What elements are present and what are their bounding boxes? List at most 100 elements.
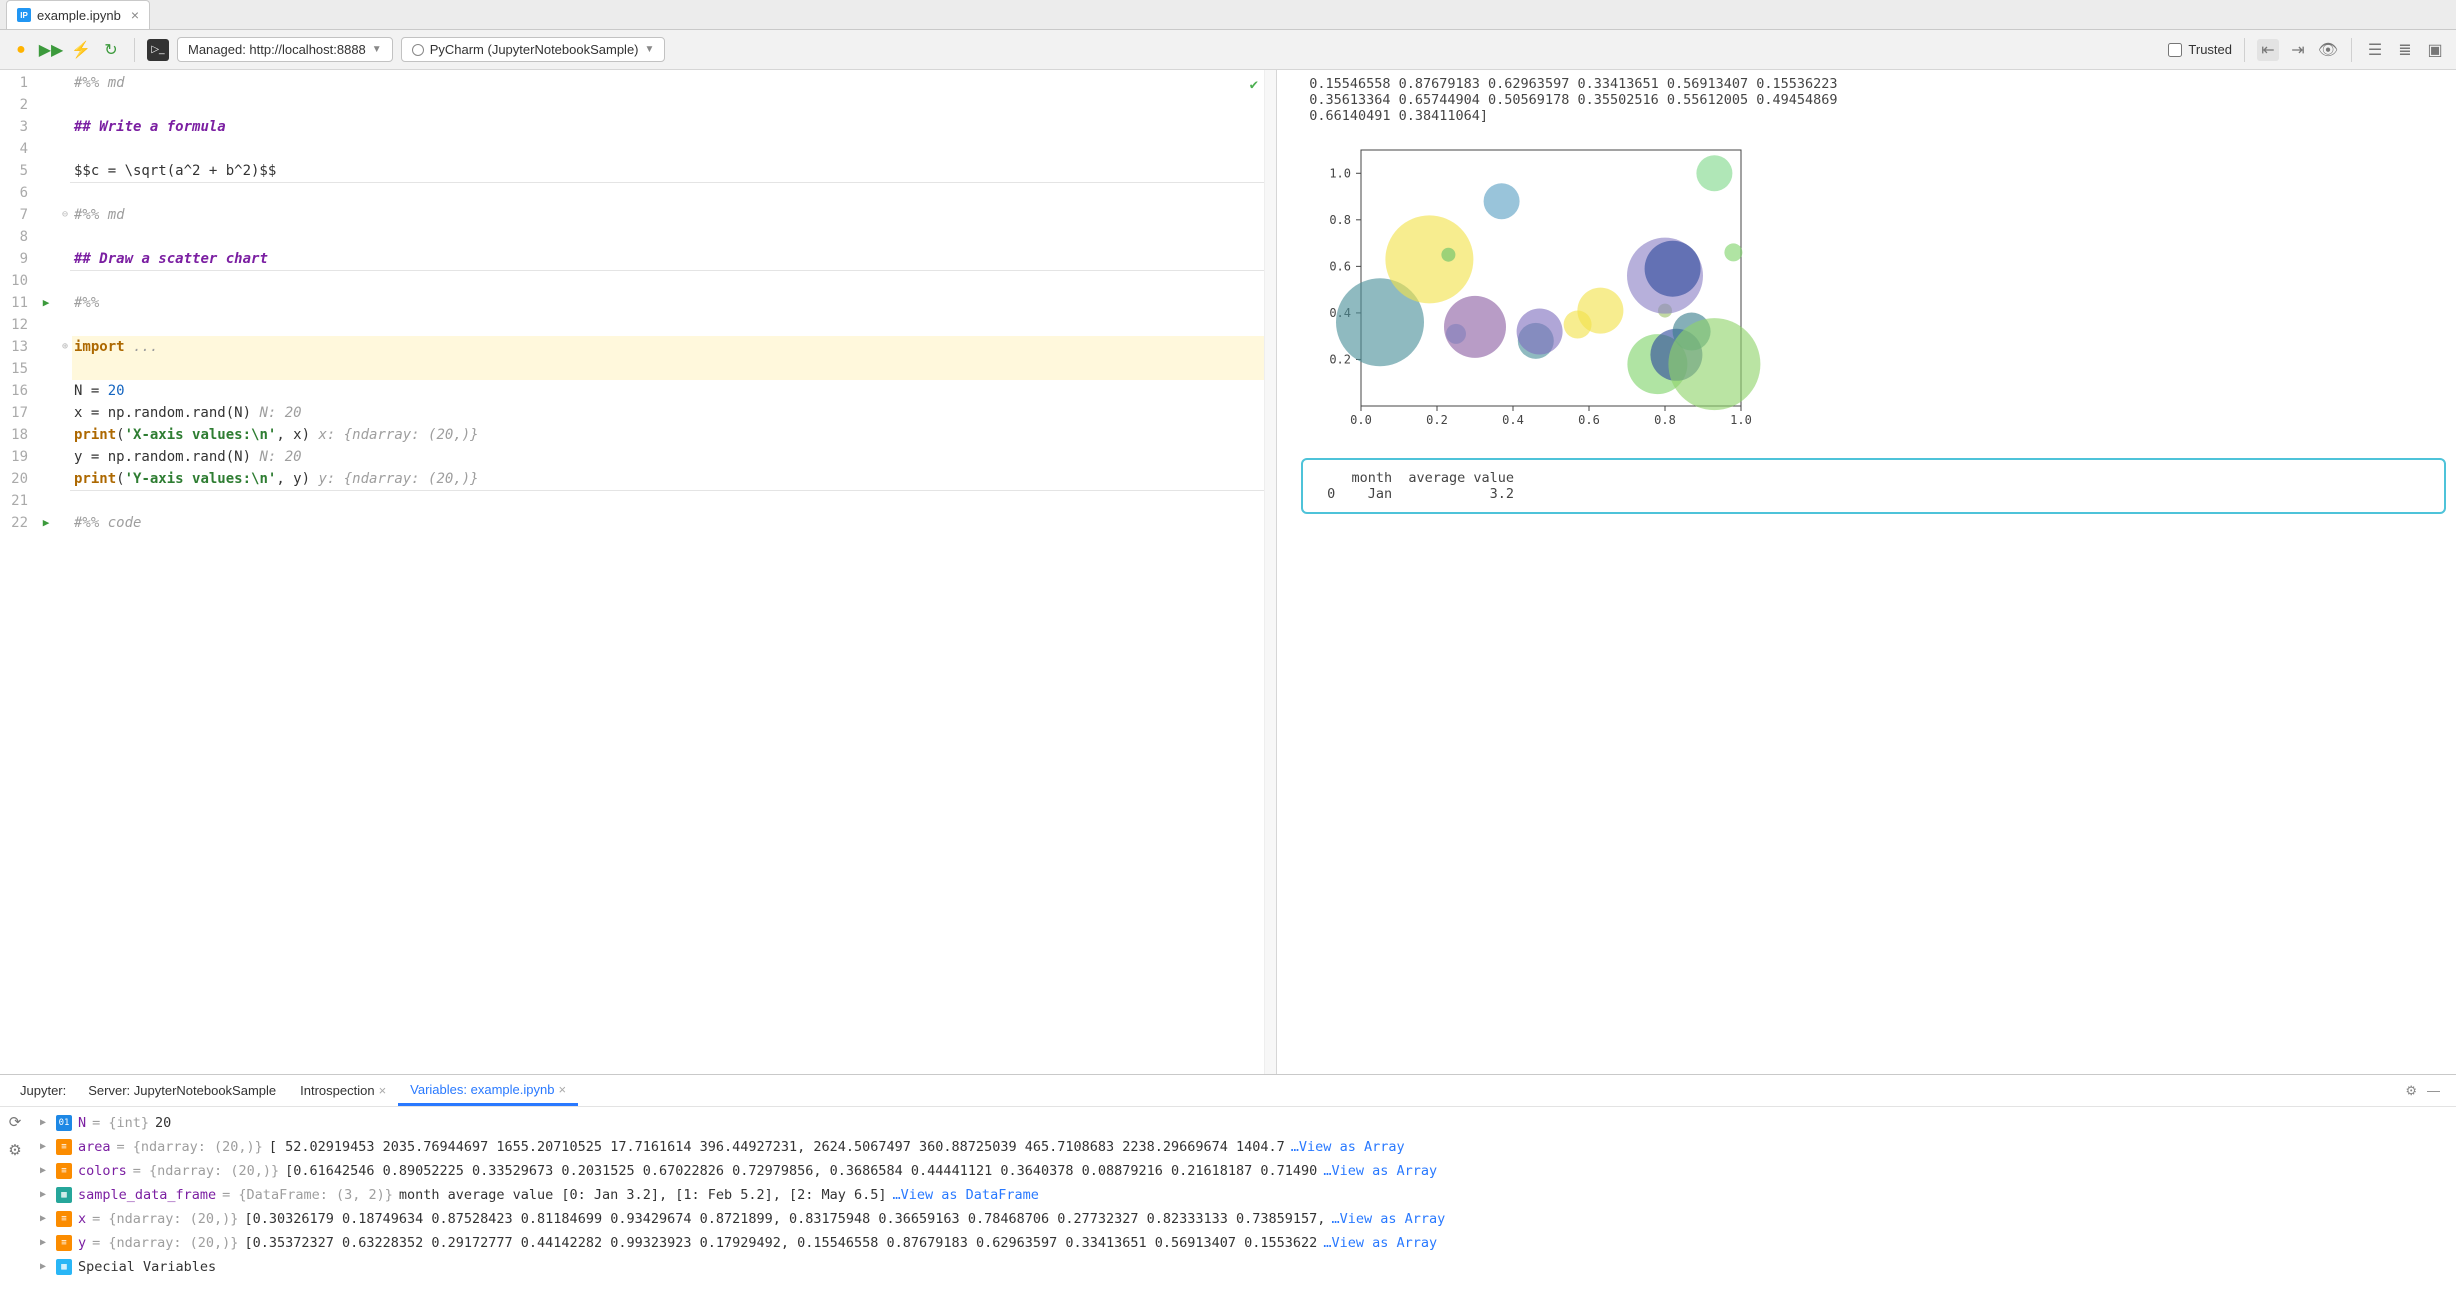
scatter-chart: 0.00.20.40.60.81.00.20.40.60.81.0 (1301, 140, 1761, 440)
run-all-icon[interactable]: ▶▶ (40, 39, 62, 61)
kernel-status-icon (412, 44, 424, 56)
view-mode-icon[interactable]: ⇥ (2287, 39, 2309, 61)
dataframe-row: 0 Jan 3.2 (1327, 486, 2420, 502)
tab-label: Introspection (300, 1083, 374, 1098)
type-badge-icon: ▦ (56, 1187, 72, 1203)
view-as-link[interactable]: …View as Array (1291, 1135, 1405, 1159)
code-text: N: 20 (259, 405, 301, 421)
variable-type: = {int} (92, 1111, 149, 1135)
code-text: 'Y-axis values:\n' (125, 471, 277, 487)
variable-row[interactable]: ▶≡x = {ndarray: (20,)} [0.30326179 0.187… (36, 1207, 2450, 1231)
gear-icon[interactable]: ⚙ (2405, 1083, 2417, 1099)
code-text: y: {ndarray: (20,)} (318, 471, 478, 487)
view-as-link[interactable]: …View as Array (1323, 1231, 1437, 1255)
expand-icon[interactable]: ▶ (36, 1159, 50, 1183)
svg-text:0.2: 0.2 (1426, 413, 1448, 427)
editor-scrollbar[interactable] (1264, 70, 1276, 1074)
type-badge-icon: ≡ (56, 1235, 72, 1251)
kernel-dropdown[interactable]: PyCharm (JupyterNotebookSample) ▼ (401, 37, 666, 62)
image-view-icon[interactable]: ▣ (2424, 39, 2446, 61)
code-text: N: 20 (259, 449, 301, 465)
tab-introspection[interactable]: Introspection × (288, 1077, 398, 1104)
code-text: Draw a scatter chart (99, 251, 268, 267)
list-view-icon[interactable]: ☰ (2364, 39, 2386, 61)
trusted-label: Trusted (2188, 42, 2232, 57)
code-text: ## (74, 251, 99, 267)
server-dropdown-label: Managed: http://localhost:8888 (188, 42, 366, 57)
minimize-icon[interactable]: — (2427, 1083, 2440, 1098)
editor-tabbar: IP example.ipynb × (0, 0, 2456, 30)
type-badge-icon: ≡ (56, 1163, 72, 1179)
trusted-checkbox[interactable]: Trusted (2168, 42, 2232, 57)
cell-type-icon[interactable]: ▷_ (147, 39, 169, 61)
expand-icon[interactable]: ▶ (36, 1207, 50, 1231)
code-text: x = np.random.rand(N) (74, 405, 259, 421)
notebook-file-icon: IP (17, 8, 31, 22)
code-text: ## (74, 119, 99, 135)
view-mode-icon[interactable]: ⇤ (2257, 39, 2279, 61)
kernel-dropdown-label: PyCharm (JupyterNotebookSample) (430, 42, 639, 57)
variable-value: 20 (155, 1111, 171, 1135)
variable-row[interactable]: ▶01N = {int} 20 (36, 1111, 2450, 1135)
code-text: x: {ndarray: (20,)} (318, 427, 478, 443)
refresh-icon[interactable]: ⟳ (9, 1113, 22, 1131)
code-text: Write a formula (99, 119, 225, 135)
view-as-link[interactable]: …View as Array (1323, 1159, 1437, 1183)
expand-icon[interactable]: ▶ (36, 1231, 50, 1255)
code-editor[interactable]: 123456789101112131516171819202122 ▶ ▶ ⊖⊕… (0, 70, 1277, 1074)
chevron-down-icon: ▼ (372, 44, 382, 55)
interrupt-icon[interactable]: ⚡ (70, 39, 92, 61)
variable-row[interactable]: ▶≡y = {ndarray: (20,)} [0.35372327 0.632… (36, 1231, 2450, 1255)
file-tab[interactable]: IP example.ipynb × (6, 0, 150, 29)
type-badge-icon: 01 (56, 1115, 72, 1131)
lightbulb-icon[interactable]: ● (10, 39, 32, 61)
code-text: ( (116, 471, 124, 487)
run-cell-icon[interactable]: ▶ (43, 512, 50, 534)
close-icon[interactable]: × (558, 1082, 566, 1097)
preview-toggle-icon[interactable]: 👁 (2317, 39, 2339, 61)
variable-name: x (78, 1207, 86, 1231)
tab-variables[interactable]: Variables: example.ipynb × (398, 1076, 578, 1106)
svg-text:1.0: 1.0 (1329, 166, 1351, 180)
code-text: ( (116, 427, 124, 443)
settings-icon[interactable]: ⚙ (8, 1141, 21, 1159)
code-text: 20 (108, 383, 125, 399)
expand-icon[interactable]: ▶ (36, 1135, 50, 1159)
code-text: print (74, 471, 116, 487)
variables-list[interactable]: ▶01N = {int} 20▶≡area = {ndarray: (20,)}… (30, 1107, 2456, 1314)
code-text: y = np.random.rand(N) (74, 449, 259, 465)
view-as-link[interactable]: …View as Array (1331, 1207, 1445, 1231)
close-tab-icon[interactable]: × (131, 7, 139, 23)
variable-value: [ 52.02919453 2035.76944697 1655.2071052… (269, 1135, 1285, 1159)
run-cell-icon[interactable]: ▶ (43, 292, 50, 314)
expand-icon[interactable]: ▶ (36, 1111, 50, 1135)
variable-value: [0.61642546 0.89052225 0.33529673 0.2031… (285, 1159, 1317, 1183)
special-variables-row[interactable]: ▶▦Special Variables (36, 1255, 2450, 1279)
variable-row[interactable]: ▶≡colors = {ndarray: (20,)} [0.61642546 … (36, 1159, 2450, 1183)
variable-row[interactable]: ▶▦sample_data_frame = {DataFrame: (3, 2)… (36, 1183, 2450, 1207)
jupyter-panel-tabs: Jupyter: Server: JupyterNotebookSample I… (0, 1075, 2456, 1107)
close-icon[interactable]: × (379, 1083, 387, 1098)
separator (2351, 38, 2352, 62)
server-dropdown[interactable]: Managed: http://localhost:8888 ▼ (177, 37, 393, 62)
svg-text:0.8: 0.8 (1329, 213, 1351, 227)
restart-icon[interactable]: ↻ (100, 39, 122, 61)
variable-name: y (78, 1231, 86, 1255)
line-number-gutter: 123456789101112131516171819202122 (0, 70, 34, 1074)
view-as-link[interactable]: …View as DataFrame (893, 1183, 1039, 1207)
tab-label: Variables: example.ipynb (410, 1082, 554, 1097)
svg-text:0.2: 0.2 (1329, 352, 1351, 366)
variable-type: = {ndarray: (20,)} (133, 1159, 279, 1183)
variable-name: sample_data_frame (78, 1183, 216, 1207)
tab-server[interactable]: Server: JupyterNotebookSample (76, 1077, 288, 1104)
fold-gutter: ⊖⊕ (58, 70, 72, 1074)
output-preview[interactable]: 0.15546558 0.87679183 0.62963597 0.33413… (1277, 70, 2456, 1074)
code-text: #%% (74, 295, 99, 311)
svg-text:1.0: 1.0 (1730, 413, 1752, 427)
variable-row[interactable]: ▶≡area = {ndarray: (20,)} [ 52.02919453 … (36, 1135, 2450, 1159)
expand-icon[interactable]: ▶ (36, 1183, 50, 1207)
separator (134, 38, 135, 62)
table-view-icon[interactable]: ≣ (2394, 39, 2416, 61)
expand-icon[interactable]: ▶ (36, 1255, 50, 1279)
code-area[interactable]: ✔ #%% md ## Write a formula $$c = \sqrt(… (72, 70, 1264, 1074)
